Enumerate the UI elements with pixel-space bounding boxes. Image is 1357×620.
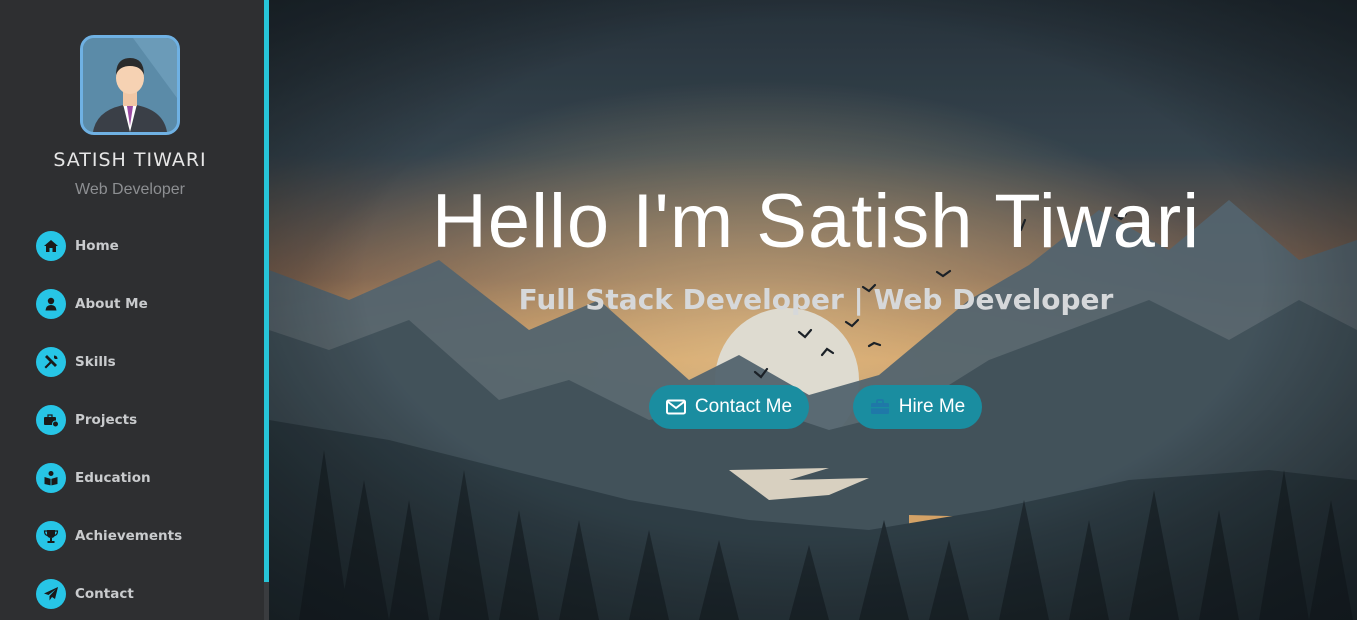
sidebar-item-label: Education [75, 470, 151, 486]
trophy-icon [36, 521, 66, 551]
sidebar-item-projects[interactable]: Projects [36, 405, 246, 435]
contact-me-button[interactable]: Contact Me [649, 385, 809, 429]
sidebar-item-home[interactable]: Home [36, 231, 246, 261]
sidebar-item-achievements[interactable]: Achievements [36, 521, 246, 551]
hero-subtitle: Full Stack Developer | Web Developer [518, 283, 1114, 316]
paper-plane-icon [36, 579, 66, 609]
profile-name: SATISH TIWARI [53, 149, 207, 171]
profile-role: Web Developer [75, 181, 185, 198]
hero-section: Hello I'm Satish Tiwari Full Stack Devel… [269, 0, 1357, 620]
app-window: SATISH TIWARI Web Developer Home About M… [0, 0, 1357, 620]
sidebar-item-label: Home [75, 238, 119, 254]
briefcase-gear-icon [36, 405, 66, 435]
sidebar-item-about-me[interactable]: About Me [36, 289, 246, 319]
sidebar-item-label: About Me [75, 296, 148, 312]
tools-icon [36, 347, 66, 377]
avatar-image [83, 38, 177, 132]
home-icon [36, 231, 66, 261]
sidebar-item-contact[interactable]: Contact [36, 579, 246, 609]
envelope-icon [665, 399, 686, 415]
hire-me-label: Hire Me [898, 396, 966, 417]
sidebar-item-label: Projects [75, 412, 138, 428]
hero-title: Hello I'm Satish Tiwari [431, 179, 1201, 264]
sidebar-item-label: Contact [75, 586, 134, 602]
book-reader-icon [36, 463, 66, 493]
sidebar-item-skills[interactable]: Skills [36, 347, 246, 377]
hire-me-button[interactable]: Hire Me [853, 385, 982, 429]
sidebar-item-label: Skills [75, 354, 116, 370]
sidebar-item-label: Achievements [75, 528, 183, 544]
sidebar: SATISH TIWARI Web Developer Home About M… [0, 0, 264, 620]
contact-me-label: Contact Me [694, 396, 793, 417]
avatar [80, 35, 180, 135]
sidebar-item-education[interactable]: Education [36, 463, 246, 493]
briefcase-icon [870, 399, 890, 415]
user-icon [36, 289, 66, 319]
